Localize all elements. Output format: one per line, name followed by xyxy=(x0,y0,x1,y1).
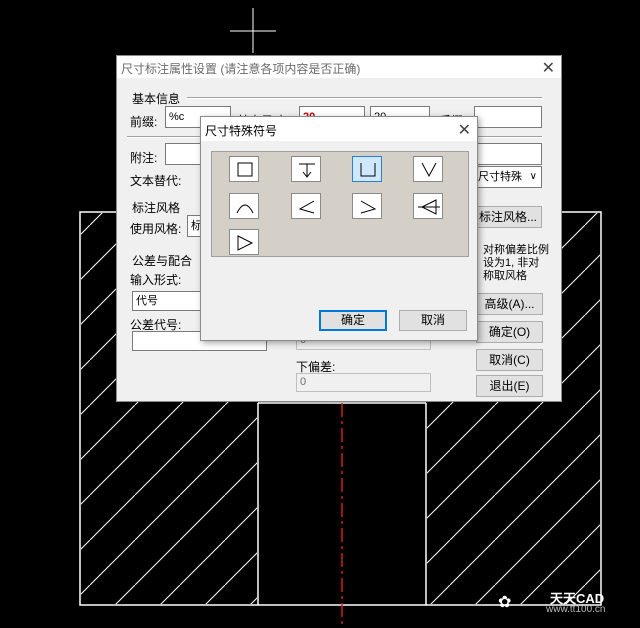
exit-button[interactable]: 退出(E) xyxy=(476,375,543,397)
symmetric-note: 对称偏差比例 设为1, 非对 称取风格 xyxy=(483,244,549,283)
symbol-dialog-title: 尺寸特殊符号 xyxy=(205,124,278,138)
symbol-grid xyxy=(211,151,469,257)
chevron-down-icon: ∨ xyxy=(529,171,537,182)
use-style-label: 使用风格: xyxy=(130,222,182,236)
depth-symbol[interactable] xyxy=(291,156,321,182)
countersink-icon xyxy=(421,162,437,178)
symbol-ok-button[interactable]: 确定 xyxy=(319,310,387,331)
dim-style-button[interactable]: 标注风格... xyxy=(474,206,542,228)
arc-length-icon xyxy=(236,204,254,214)
wechat-icon: ✿ xyxy=(498,594,512,611)
input-form-select[interactable]: 代号 xyxy=(132,291,202,311)
input-form-label: 输入形式: xyxy=(130,273,182,287)
square-icon xyxy=(237,162,253,177)
countersink-symbol[interactable] xyxy=(413,156,443,182)
note-line: 称取风格 xyxy=(483,270,527,282)
dim-style-group-label: 标注风格 xyxy=(132,201,181,215)
symbol-dialog-titlebar[interactable]: 尺寸特殊符号 ✕ xyxy=(201,117,477,141)
basic-info-label: 基本信息 xyxy=(132,92,181,106)
note-line: 设为1, 非对 xyxy=(483,257,540,269)
suffix-input[interactable] xyxy=(474,106,542,128)
note-label: 附注: xyxy=(130,151,158,165)
watermark-site: www.tt100.cn xyxy=(546,604,606,615)
close-icon[interactable]: ✕ xyxy=(458,120,471,140)
counterbore-icon xyxy=(360,163,376,177)
note-input-right[interactable] xyxy=(474,143,542,165)
arc-length-symbol[interactable] xyxy=(229,193,259,219)
dialog-titlebar[interactable]: 尺寸标注属性设置 (请注意各项内容是否正确) ✕ xyxy=(117,56,561,78)
slope-left-symbol[interactable] xyxy=(291,193,321,219)
advanced-button[interactable]: 高级(A)... xyxy=(476,293,543,315)
slope-right-icon xyxy=(360,200,377,214)
text-replace-label: 文本替代: xyxy=(130,174,182,188)
taper-right-symbol[interactable] xyxy=(229,229,259,255)
taper-right-icon xyxy=(237,235,254,251)
depth-icon xyxy=(299,163,315,178)
tolerance-group-label: 公差与配合 xyxy=(132,254,193,268)
crosshair-cursor xyxy=(230,8,276,53)
ok-button[interactable]: 确定(O) xyxy=(476,321,543,343)
divider xyxy=(187,97,542,99)
dialog-title: 尺寸标注属性设置 (请注意各项内容是否正确) xyxy=(121,62,361,76)
watermark: ✿ 天天CAD www.tt100.cn xyxy=(498,588,636,618)
note-line: 对称偏差比例 xyxy=(483,244,549,256)
slope-right-symbol[interactable] xyxy=(352,193,382,219)
slope-left-icon xyxy=(298,200,315,214)
close-icon[interactable]: ✕ xyxy=(542,58,555,78)
taper-left-icon xyxy=(418,199,440,215)
lower-deviation-input[interactable]: 0 xyxy=(296,373,431,392)
cancel-button[interactable]: 取消(C) xyxy=(476,349,543,371)
counterbore-symbol[interactable] xyxy=(352,156,382,182)
symbol-cancel-button[interactable]: 取消 xyxy=(399,310,467,331)
special-symbol-dialog: 尺寸特殊符号 ✕ 确定 取消 xyxy=(200,116,478,341)
prefix-label: 前缀: xyxy=(130,115,158,129)
special-symbol-select-value: 尺寸特殊 xyxy=(478,171,522,183)
special-symbol-select[interactable]: 尺寸特殊 ∨ xyxy=(474,166,542,188)
taper-left-symbol[interactable] xyxy=(413,193,443,219)
square-symbol[interactable] xyxy=(229,156,259,182)
